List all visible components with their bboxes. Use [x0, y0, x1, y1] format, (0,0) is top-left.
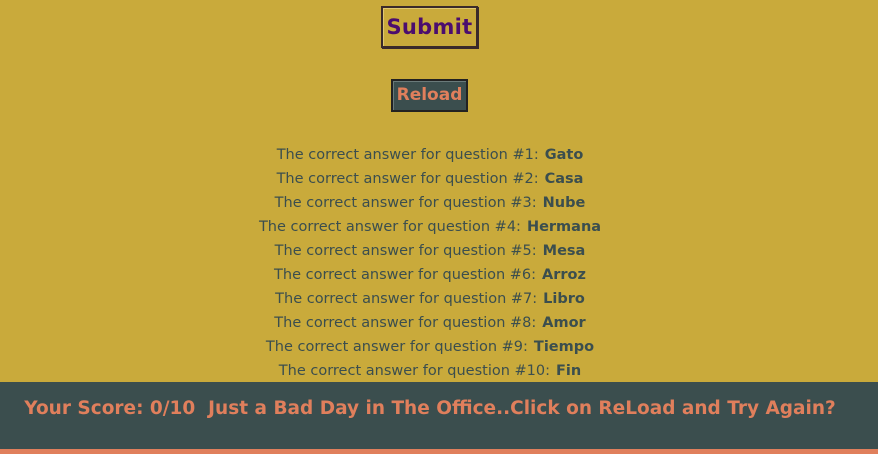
answer-prefix: The correct answer for question #1:	[276, 147, 539, 163]
answer-row: The correct answer for question #1: Gato	[0, 143, 860, 167]
answer-prefix: The correct answer for question #9:	[265, 339, 528, 355]
answer-row: The correct answer for question #8: Amor	[0, 311, 860, 335]
answer-prefix: The correct answer for question #10:	[278, 363, 551, 379]
answer-word: Hermana	[526, 219, 602, 235]
answer-word: Gato	[544, 147, 584, 163]
answer-prefix: The correct answer for question #8:	[274, 315, 537, 331]
answer-prefix: The correct answer for question #5:	[274, 243, 537, 259]
answer-word: Mesa	[542, 243, 586, 259]
answer-word: Casa	[544, 171, 584, 187]
answer-prefix: The correct answer for question #7:	[275, 291, 538, 307]
answer-prefix: The correct answer for question #3:	[274, 195, 537, 211]
answers-list: The correct answer for question #1: Gato …	[0, 143, 860, 383]
answer-row: The correct answer for question #3: Nube	[0, 191, 860, 215]
score-message: Your Score: 0/10 Just a Bad Day in The O…	[24, 398, 836, 419]
answer-row: The correct answer for question #10: Fin	[0, 359, 860, 383]
reload-button[interactable]: Reload	[391, 79, 468, 112]
answer-row: The correct answer for question #5: Mesa	[0, 239, 860, 263]
answer-word: Arroz	[542, 267, 586, 283]
answer-word: Fin	[556, 363, 582, 379]
answer-prefix: The correct answer for question #4:	[258, 219, 521, 235]
score-banner: Your Score: 0/10 Just a Bad Day in The O…	[0, 382, 878, 449]
answer-row: The correct answer for question #7: Libro	[0, 287, 860, 311]
answer-word: Libro	[543, 291, 585, 307]
answer-prefix: The correct answer for question #2:	[276, 171, 539, 187]
answer-row: The correct answer for question #9: Tiemp…	[0, 335, 860, 359]
answer-word: Tiempo	[533, 339, 595, 355]
answer-row: The correct answer for question #6: Arroz	[0, 263, 860, 287]
answer-word: Amor	[542, 315, 586, 331]
answer-word: Nube	[542, 195, 586, 211]
answer-row: The correct answer for question #2: Casa	[0, 167, 860, 191]
answer-prefix: The correct answer for question #6:	[274, 267, 537, 283]
quiz-results-page: Submit Reload The correct answer for que…	[0, 0, 878, 454]
bottom-accent-stripe	[0, 449, 878, 454]
submit-button[interactable]: Submit	[381, 6, 478, 48]
answer-row: The correct answer for question #4: Herma…	[0, 215, 860, 239]
